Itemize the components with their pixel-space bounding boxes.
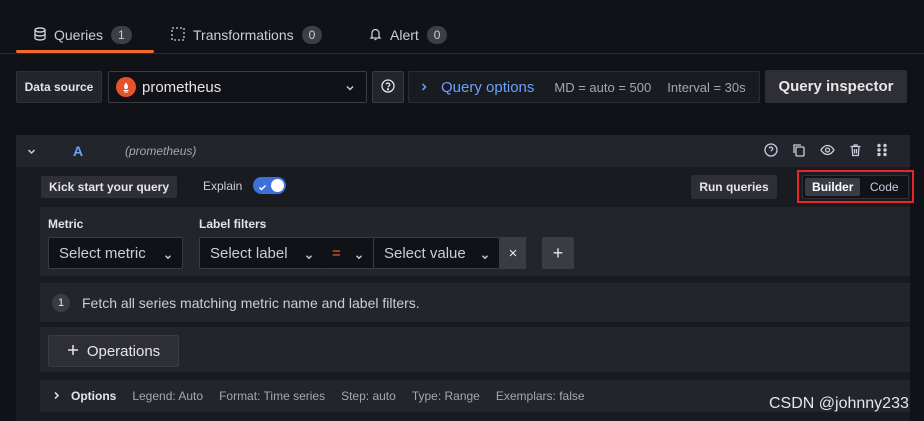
tab-alert[interactable]: Alert 0 [369,22,448,48]
chevron-down-icon [344,81,356,98]
collapse-chevron-icon[interactable] [26,145,37,160]
interval-info: Interval = 30s [667,79,746,95]
datasource-help-button[interactable] [372,71,404,103]
query-options-bar[interactable]: Query options MD = auto = 500 Interval =… [408,71,760,103]
chevron-down-icon [304,249,314,266]
check-icon [258,180,267,195]
tab-label: Queries [54,27,104,43]
options-format: Format: Time series [219,389,326,403]
operator-select[interactable]: = [322,237,373,269]
drag-handle-icon[interactable] [876,143,888,160]
add-operation-button[interactable]: Operations [48,335,179,367]
prometheus-logo-icon [116,77,136,97]
options-title: Options [71,389,117,403]
operations-label: Operations [86,342,161,360]
question-circle-icon[interactable] [764,143,778,160]
max-data-points-info: MD = auto = 500 [554,79,652,95]
query-letter[interactable]: A [73,143,83,159]
chevron-down-icon [354,249,364,266]
operator-value: = [332,244,341,262]
options-exemplars: Exemplars: false [495,389,585,403]
explain-toggle[interactable] [253,177,286,194]
tab-bar: Queries 1 Transformations 0 Alert 0 [0,0,924,54]
query-inspector-button[interactable]: Query inspector [765,70,907,103]
mode-code-option[interactable]: Code [862,178,906,196]
add-label-filter-button[interactable]: + [542,237,574,269]
database-icon [34,26,46,44]
tab-queries[interactable]: Queries 1 [34,22,132,48]
kick-start-query-button[interactable]: Kick start your query [41,176,177,198]
tab-transformations[interactable]: Transformations 0 [171,22,323,48]
plus-icon [67,343,79,360]
label-select[interactable]: Select label [199,237,323,269]
hint-text: Fetch all series matching metric name an… [82,294,420,311]
options-type: Type: Range [411,389,480,403]
chevron-right-icon [52,389,61,403]
explain-label: Explain [203,179,243,193]
datasource-value: prometheus [142,78,222,96]
label-filters-label: Label filters [199,217,267,231]
options-legend: Legend: Auto [132,389,204,403]
run-queries-button[interactable]: Run queries [691,175,777,199]
tab-count-badge: 1 [111,26,132,44]
tab-count-badge: 0 [426,26,448,44]
transform-icon [171,26,185,44]
value-placeholder: Select value [384,244,466,262]
eye-icon[interactable] [820,143,835,160]
editor-mode-switch: Builder Code [802,175,909,199]
query-row-header[interactable]: A (prometheus) [16,135,910,167]
options-step: Step: auto [341,389,396,403]
bell-icon [369,27,382,44]
value-select[interactable]: Select value [373,237,500,269]
metric-label: Metric [48,217,84,231]
tab-count-badge: 0 [301,26,323,44]
tab-label: Alert [390,27,419,43]
query-row-actions [764,143,888,160]
metric-select[interactable]: Select metric [48,237,183,269]
hint-step-number: 1 [52,293,70,312]
query-datasource-name: (prometheus) [125,144,197,158]
mode-builder-option[interactable]: Builder [805,178,861,196]
datasource-picker[interactable]: prometheus [108,71,367,103]
chevron-down-icon [480,249,490,266]
metric-placeholder: Select metric [59,244,146,262]
query-hint: 1 Fetch all series matching metric name … [40,283,910,322]
question-circle-icon [381,78,395,96]
tab-label: Transformations [193,27,294,43]
remove-label-filter-button[interactable]: × [500,237,526,269]
chevron-down-icon [163,249,173,266]
watermark: CSDN @johnny233 [769,395,909,412]
active-tab-indicator [16,50,154,53]
query-options-title: Query options [441,78,535,96]
trash-icon[interactable] [849,143,862,160]
duplicate-icon[interactable] [792,143,806,160]
label-placeholder: Select label [210,244,288,262]
chevron-right-icon [419,80,429,95]
datasource-label: Data source [16,71,102,103]
